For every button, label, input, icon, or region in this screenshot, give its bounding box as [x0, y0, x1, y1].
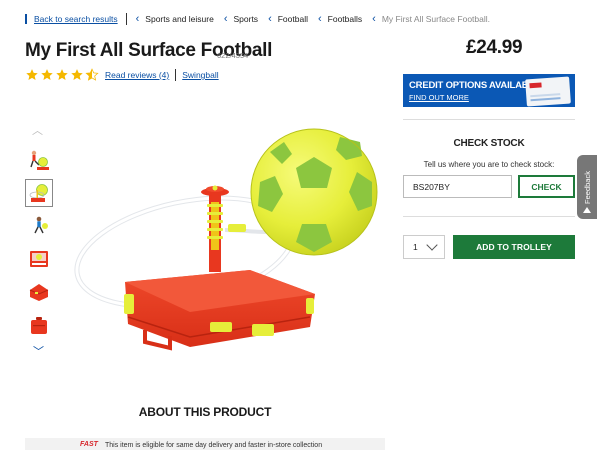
- chevron-left-icon: ‹: [317, 12, 322, 25]
- chevron-left-icon: ‹: [372, 12, 376, 25]
- star-full-icon: [26, 69, 38, 80]
- rating-divider: [175, 69, 177, 81]
- red-base-icon: [29, 284, 49, 301]
- brand-link[interactable]: Swingball: [182, 70, 218, 80]
- star-full-icon: [71, 69, 83, 80]
- thumb-football-on-base[interactable]: [25, 179, 53, 207]
- breadcrumb-item-current: ‹ My First All Surface Football.: [372, 12, 490, 25]
- breadcrumb-divider: [125, 13, 127, 25]
- chevron-left-icon: ‹: [268, 12, 272, 25]
- feedback-label: Feedback: [582, 170, 592, 204]
- star-half-icon: [85, 68, 99, 81]
- thumb-packaging-box[interactable]: [25, 245, 53, 273]
- star-full-icon: [41, 69, 53, 80]
- breadcrumb-item-sports-and-leisure[interactable]: ‹ Sports and leisure: [135, 12, 214, 25]
- red-case-icon: [31, 317, 47, 334]
- product-price: £24.99: [466, 37, 523, 58]
- chevron-left-icon: ‹: [135, 12, 140, 25]
- product-code: 622/4354: [217, 51, 249, 60]
- divider: [403, 119, 575, 120]
- chevron-left-icon: ‹: [223, 12, 228, 25]
- check-stock-button[interactable]: CHECK: [518, 175, 575, 198]
- product-rating: Read reviews (4) Swingball: [25, 67, 219, 83]
- football-on-base-icon: [29, 184, 48, 202]
- packaging-box-icon: [30, 251, 48, 267]
- back-to-search-link[interactable]: Back to search results: [25, 14, 118, 24]
- check-stock-label: Tell us where you are to check stock:: [423, 160, 555, 169]
- thumbnail-scroll-down-icon[interactable]: ﹀: [33, 343, 44, 359]
- credit-options-banner[interactable]: CREDIT OPTIONS AVAILABLE FIND OUT MORE: [403, 74, 575, 107]
- thumbnail-scroll-up-icon[interactable]: ︿: [32, 122, 43, 138]
- child-playing-icon: [34, 216, 48, 234]
- add-to-trolley-button[interactable]: ADD TO TROLLEY: [453, 235, 575, 259]
- star-full-icon: [56, 69, 68, 80]
- thumb-boy-kicking-ball[interactable]: [25, 146, 53, 174]
- breadcrumb: Back to search results ‹ Sports and leisu…: [25, 12, 500, 26]
- divider: [403, 216, 575, 217]
- boy-kicking-ball-icon: [30, 150, 49, 170]
- credit-options-title: CREDIT OPTIONS AVAILABLE: [409, 80, 541, 91]
- quantity-value: 1: [413, 242, 418, 252]
- breadcrumb-item-footballs[interactable]: ‹ Footballs: [317, 12, 362, 25]
- thumb-red-base[interactable]: [25, 278, 53, 306]
- credit-card-icon: [525, 76, 571, 107]
- fast-track-banner: FAST This item is eligible for same day …: [25, 438, 385, 450]
- fast-track-logo: FAST: [80, 441, 98, 448]
- check-stock-title: CHECK STOCK: [453, 138, 525, 149]
- about-this-product-heading: ABOUT THIS PRODUCT: [138, 405, 272, 419]
- star-rating: [25, 68, 99, 82]
- feedback-tab[interactable]: Feedback: [577, 155, 597, 219]
- read-reviews-link[interactable]: Read reviews (4): [105, 70, 169, 80]
- arrow-up-icon: [583, 207, 591, 213]
- thumb-child-playing[interactable]: [25, 212, 53, 240]
- main-product-image[interactable]: [70, 112, 385, 357]
- breadcrumb-item-sports[interactable]: ‹ Sports: [223, 12, 258, 25]
- postcode-input[interactable]: BS207BY: [403, 175, 512, 198]
- chevron-down-icon: [426, 239, 438, 251]
- fast-track-text: This item is eligible for same day deliv…: [105, 442, 323, 449]
- quantity-select[interactable]: 1: [403, 235, 445, 259]
- find-out-more-link[interactable]: FIND OUT MORE: [409, 93, 469, 102]
- breadcrumb-item-football[interactable]: ‹ Football: [268, 12, 308, 25]
- thumb-red-case[interactable]: [25, 311, 53, 339]
